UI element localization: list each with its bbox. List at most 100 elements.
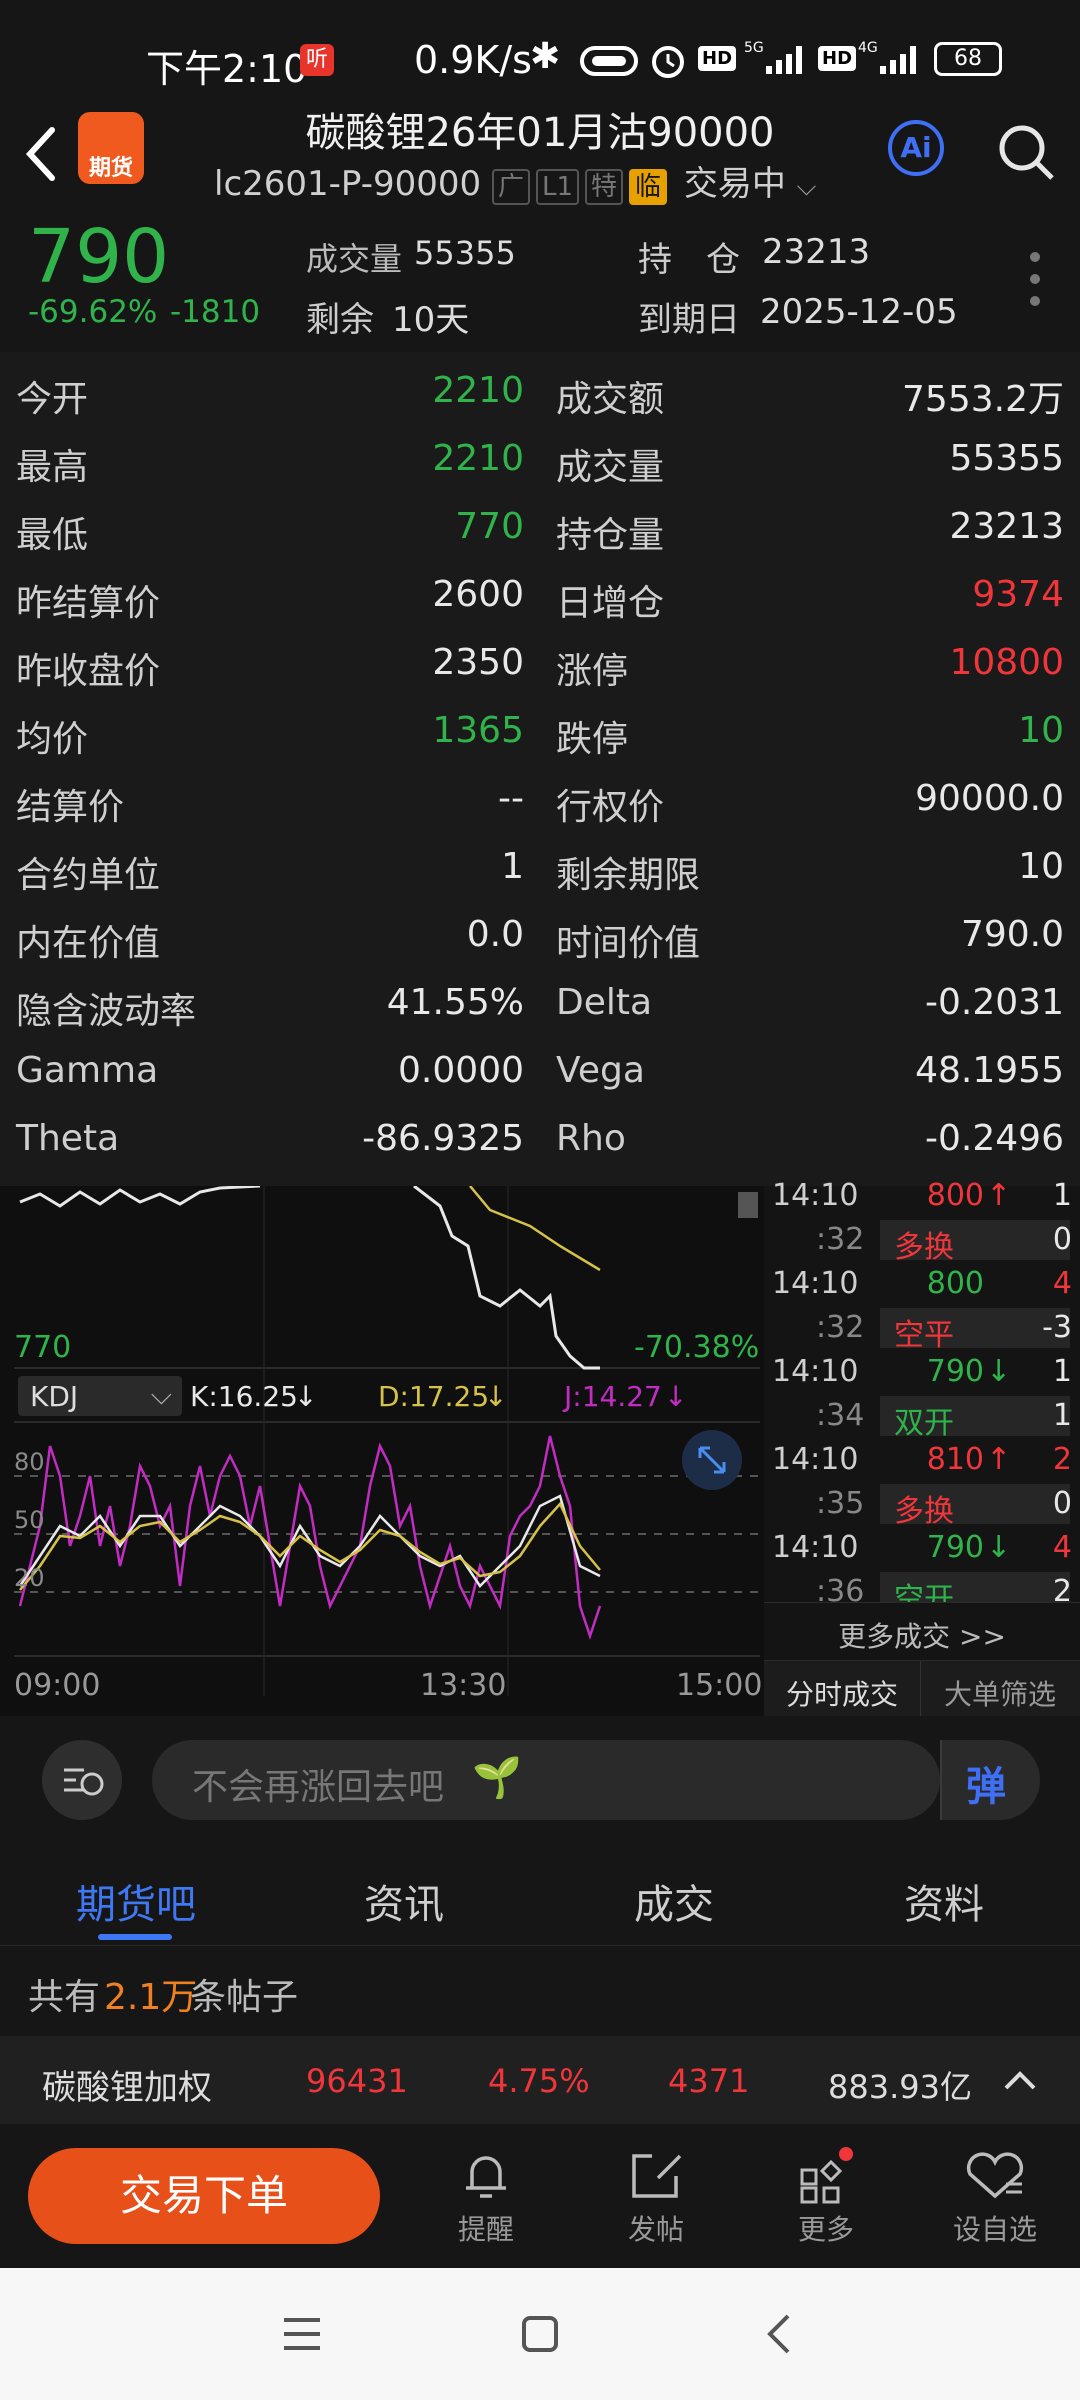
tick-time: 14:10 [772,1354,859,1389]
grid-row: 今开 2210 成交额 7553.2万 [0,360,1080,428]
tick-volume: -3 [1042,1310,1072,1345]
tick-seconds: :34 [816,1398,865,1433]
add-watchlist-button[interactable]: 设自选 [952,2144,1038,2254]
grid-label: 合约单位 [16,855,161,896]
volume-label: 成交量 [306,240,403,278]
grid-value: -- [498,778,524,819]
grid-label: Delta [556,982,653,1023]
grid-row: 结算价 -- 行权价 90000.0 [0,768,1080,836]
chart-svg [14,1186,760,1696]
tick-price: 810 [926,1442,984,1477]
grid-row: 内在价值 0.0 时间价值 790.0 [0,904,1080,972]
listen-icon: 听 [300,44,334,76]
more-button[interactable]: 更多 [788,2144,864,2254]
emoji-settings-icon [64,1768,104,1796]
indicator-select[interactable]: KDJ ⌵ [18,1376,182,1416]
trade-state[interactable]: 交易中 [684,164,786,204]
grid-value: 1365 [432,710,524,751]
back-nav-icon[interactable] [764,2312,794,2356]
chevron-down-icon[interactable]: ⌵ [797,172,817,202]
grid-label: 昨结算价 [16,583,161,624]
j-value: J:14.27 [564,1380,662,1413]
tick-volume: 0 [1052,1486,1072,1521]
svg-text:5G: 5G [744,40,764,56]
ai-icon[interactable]: Ai [888,120,944,176]
grid-label: Theta [16,1118,120,1159]
grid-label: 行权价 [556,787,665,828]
tick-volume: 0 [1052,1222,1072,1257]
search-icon[interactable] [996,122,1056,182]
grid-value: 790.0 [960,914,1064,955]
tag-lin: 临 [629,169,668,205]
tab-news[interactable]: 资讯 [364,1872,444,1930]
grid-value: 2210 [432,438,524,479]
level-20: 20 [14,1564,45,1592]
grid-label: 今开 [16,379,89,420]
watchlist-label: 设自选 [952,2213,1037,2246]
comment-input[interactable]: 不会再涨回去吧 🌱 [152,1740,940,1820]
emoji-face-icon: 🌱 [472,1755,522,1801]
chevron-up-icon[interactable] [1002,2066,1038,2094]
grid-row: Gamma 0.0000 Vega 48.1955 [0,1040,1080,1108]
grid-value: -0.2031 [925,982,1064,1023]
comment-placeholder: 不会再涨回去吧 [192,1767,445,1808]
grid-row: 昨收盘价 2350 涨停 10800 [0,632,1080,700]
time-end: 15:00 [676,1668,763,1703]
tick-seconds: :35 [816,1486,865,1521]
more-ticks-link[interactable]: 更多成交 >> [764,1602,1080,1660]
emoji-toggle-button[interactable] [42,1740,122,1820]
grid-value: 23213 [949,506,1064,547]
tick-volume: 1 [1052,1354,1072,1389]
tag-te: 特 [584,169,623,205]
danmu-icon: 弹 [966,1764,1006,1810]
tab-timeshare-trades[interactable]: 分时成交 [786,1673,898,1713]
posts-prefix: 共有 [28,1977,101,2018]
time-mid: 13:30 [420,1668,507,1703]
vibrate-icon [580,46,638,76]
oi-value: 23213 [762,232,871,272]
more-vert-icon[interactable] [1030,252,1042,312]
tick-type: 多换 [894,1230,954,1265]
trade-order-button[interactable]: 交易下单 [28,2148,380,2244]
grid-label: 持仓量 [556,515,665,556]
grid-value: 0.0 [466,914,524,955]
index-ticker[interactable]: 碳酸锂加权 96431 4.75% 4371 883.93亿 [0,2036,1080,2124]
grid-label: 隐含波动率 [16,991,197,1032]
home-icon[interactable] [520,2314,560,2354]
indicator-name: KDJ [30,1380,79,1413]
tab-big-orders[interactable]: 大单筛选 [944,1673,1056,1713]
grid-row: Theta -86.9325 Rho -0.2496 [0,1108,1080,1176]
tab-futures-forum[interactable]: 期货吧 [76,1872,196,1930]
tick-time: 14:10 [772,1266,859,1301]
grid-value: 55355 [949,438,1064,479]
remind-label: 提醒 [457,2213,514,2246]
tick-row: :34 双开 1 [764,1394,1080,1441]
tick-volume: 2 [1052,1442,1072,1477]
change-pct: -69.62% [28,294,158,330]
arrow-up-icon: ↑ [986,1178,1012,1213]
index-change: 4371 [668,2062,750,2100]
tab-trades[interactable]: 成交 [634,1872,714,1930]
heart-list-icon [966,2152,1024,2199]
grid-value: 1 [501,846,524,887]
battery-level: 68 [954,46,982,71]
tab-profile[interactable]: 资料 [904,1872,984,1930]
d-arrow: ↓ [484,1380,508,1413]
menu-icon[interactable] [282,2316,322,2352]
bottom-action-bar: 交易下单 提醒 发帖 更多 设自选 [0,2124,1080,2268]
grid-label: Gamma [16,1050,159,1091]
tick-row: :32 多换 0 [764,1218,1080,1265]
remind-button[interactable]: 提醒 [448,2144,524,2254]
grid-value: 48.1955 [915,1050,1064,1091]
danmu-toggle-button[interactable]: 弹 [940,1740,1040,1820]
arrow-down-icon: ↓ [986,1530,1012,1565]
header: 期货 碳酸锂26年01月沽90000 lc2601-P-90000 广 L1 特临 … [0,100,1080,212]
grid-row: 最低 770 持仓量 23213 [0,496,1080,564]
index-name: 碳酸锂加权 [42,2068,212,2108]
post-button[interactable]: 发帖 [618,2144,694,2254]
tick-type: 双开 [894,1406,954,1441]
system-nav-bar [0,2268,1080,2400]
grid-value: -86.9325 [362,1118,524,1159]
grid-label: 涨停 [556,651,629,692]
grid-label: Vega [556,1050,645,1091]
